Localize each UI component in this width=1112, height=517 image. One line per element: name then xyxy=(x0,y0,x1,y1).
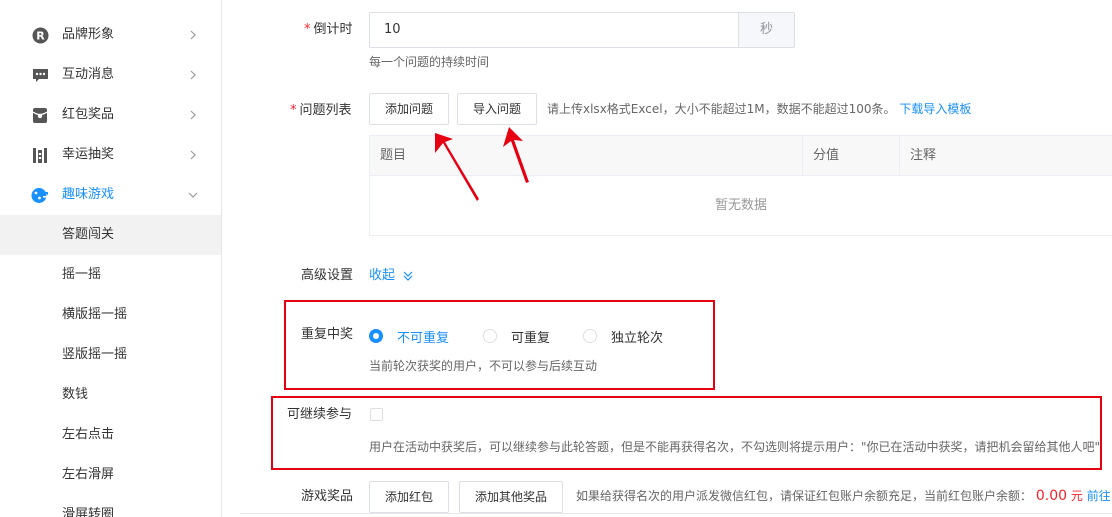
sidebar-item-lottery[interactable]: 幸运抽奖 xyxy=(0,135,221,175)
sidebar-sub-item-shake[interactable]: 摇一摇 xyxy=(0,255,221,295)
continue-checkbox[interactable] xyxy=(370,408,383,421)
red-packet-icon xyxy=(31,106,49,124)
svg-text:R: R xyxy=(36,29,45,42)
upload-hint: 请上传xlsx格式Excel，大小不能超过1M，数据不能超过100条。 下载导入… xyxy=(547,102,972,116)
import-question-button[interactable]: 导入问题 xyxy=(457,93,537,125)
add-question-button[interactable]: 添加问题 xyxy=(369,93,449,125)
prize-balance-hint: 如果给获得名次的用户派发微信红包，请保证红包账户余额充足，当前红包账户余额： 0… xyxy=(576,488,1111,504)
radio-repeatable[interactable]: 可重复 xyxy=(483,327,550,346)
radio-dot xyxy=(369,329,383,343)
gamepad-icon xyxy=(31,186,49,204)
sidebar-sub-item-count-money[interactable]: 数钱 xyxy=(0,375,221,415)
sidebar-sub-item-swipe-circle[interactable]: 滑屏转圈 xyxy=(0,495,221,517)
arrow-to-import-question xyxy=(503,127,529,183)
bottom-divider xyxy=(240,513,1112,514)
download-template-link[interactable]: 下载导入模板 xyxy=(899,102,971,116)
chevron-right-icon xyxy=(190,30,196,40)
column-header-score: 分值 xyxy=(813,148,840,163)
advanced-settings-label: 高级设置 xyxy=(301,268,354,283)
annotation-arrows xyxy=(435,127,529,201)
countdown-input[interactable]: 10 秒 xyxy=(369,12,795,48)
column-header-note: 注释 xyxy=(910,148,937,163)
collapse-toggle[interactable]: 收起 xyxy=(369,267,414,285)
arrow-to-add-question xyxy=(435,133,479,201)
sidebar-item-games[interactable]: 趣味游戏 xyxy=(0,175,221,215)
sidebar-sub-item-horizontal-shake[interactable]: 横版摇一摇 xyxy=(0,295,221,335)
annotation-box-continue xyxy=(271,396,1102,470)
radio-no-repeat[interactable]: 不可重复 xyxy=(369,327,449,346)
balance-currency: 元 xyxy=(1070,489,1083,503)
radio-independent-round[interactable]: 独立轮次 xyxy=(583,327,663,346)
add-other-prize-button[interactable]: 添加其他奖品 xyxy=(459,481,563,513)
add-red-packet-button[interactable]: 添加红包 xyxy=(369,481,449,513)
sidebar-item-messages[interactable]: 互动消息 xyxy=(0,55,221,95)
chevron-down-icon xyxy=(188,192,198,198)
countdown-value[interactable]: 10 xyxy=(370,13,738,47)
countdown-suffix: 秒 xyxy=(738,13,794,47)
countdown-label: * 倒计时 xyxy=(304,22,353,37)
chevron-right-icon xyxy=(190,150,196,160)
balance-amount: 0.00 xyxy=(1035,488,1068,504)
chevron-right-icon xyxy=(190,110,196,120)
lottery-icon xyxy=(31,146,49,164)
sidebar-sub-item-left-right-tap[interactable]: 左右点击 xyxy=(0,415,221,455)
sidebar-item-brand[interactable]: R 品牌形象 xyxy=(0,15,221,55)
message-icon xyxy=(31,66,49,84)
question-list-label: * 问题列表 xyxy=(290,103,352,118)
sidebar-sub-item-vertical-shake[interactable]: 竖版摇一摇 xyxy=(0,335,221,375)
radio-dot xyxy=(483,329,497,343)
continue-hint: 用户在活动中获奖后，可以继续参与此轮答题，但是不能再获得名次，不勾选则将提示用户… xyxy=(369,440,1101,454)
column-header-question: 题目 xyxy=(380,148,407,163)
sidebar-sub-item-quiz[interactable]: 答题闯关 xyxy=(0,215,221,255)
countdown-hint: 每一个问题的持续时间 xyxy=(369,55,490,69)
repeat-win-hint: 当前轮次获奖的用户，不可以参与后续互动 xyxy=(369,359,598,373)
continue-label: 可继续参与 xyxy=(287,407,353,422)
game-prizes-label: 游戏奖品 xyxy=(301,489,354,504)
r-circle-icon: R xyxy=(31,26,49,44)
go-to-link[interactable]: 前往 xyxy=(1087,489,1111,503)
double-chevron-down-icon xyxy=(403,271,413,281)
sidebar-sub-item-left-right-swipe[interactable]: 左右滑屏 xyxy=(0,455,221,495)
chevron-right-icon xyxy=(190,70,196,80)
sidebar: ... R 品牌形象 互动消息 红包奖品 幸运抽奖 xyxy=(0,0,222,517)
repeat-win-label: 重复中奖 xyxy=(301,327,354,342)
sidebar-item-red-packet[interactable]: 红包奖品 xyxy=(0,95,221,135)
radio-dot xyxy=(583,329,597,343)
